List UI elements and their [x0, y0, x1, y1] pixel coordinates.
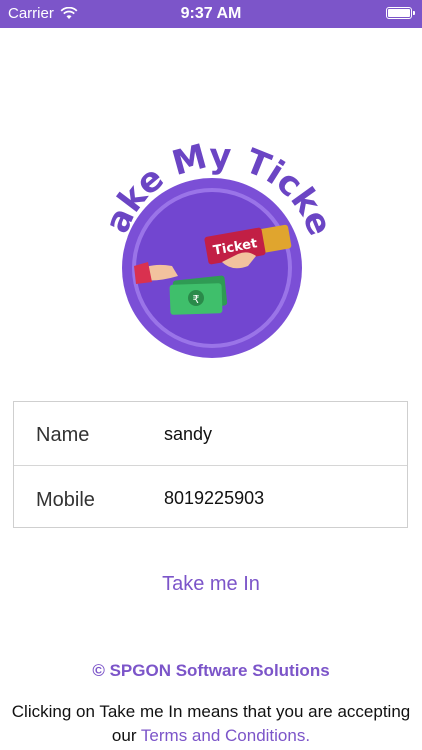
logo-graphic: Take My Ticket Ticket ₹: [87, 101, 340, 358]
name-row: Name: [14, 402, 407, 466]
status-bar: Carrier 9:37 AM: [0, 0, 422, 28]
copyright-text: © SPGON Software Solutions: [92, 661, 330, 680]
status-time: 9:37 AM: [180, 5, 242, 22]
battery-icon: [386, 7, 415, 19]
terms-link[interactable]: Terms and Conditions.: [141, 726, 310, 745]
name-label: Name: [36, 424, 90, 446]
take-me-in-button[interactable]: Take me In: [0, 573, 422, 596]
name-field[interactable]: [164, 419, 394, 449]
disclaimer: Clicking on Take me In means that you ar…: [10, 700, 412, 748]
login-form: Name Mobile: [13, 401, 408, 528]
mobile-label: Mobile: [36, 489, 95, 511]
mobile-field[interactable]: [164, 483, 394, 513]
mobile-row: Mobile: [14, 465, 407, 528]
app-logo: Take My Ticket Ticket ₹: [87, 101, 340, 364]
currency-symbol: ₹: [193, 293, 200, 306]
battery-level: [388, 9, 410, 17]
